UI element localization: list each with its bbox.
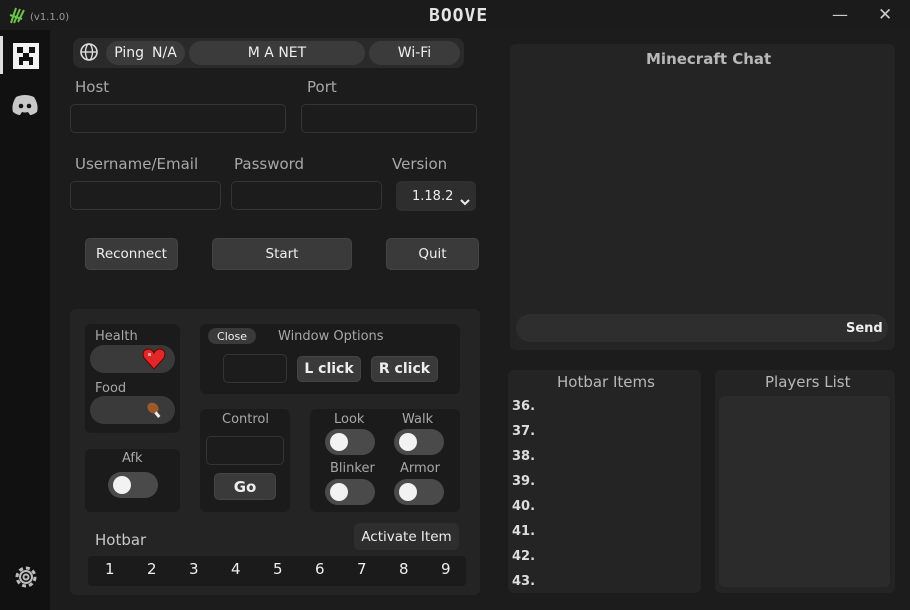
ping-pill: Ping N/A: [106, 41, 185, 65]
hotbar-items-title: Hotbar Items: [557, 373, 655, 391]
heart-icon: [142, 347, 166, 375]
version-label: Version: [392, 155, 448, 173]
toggle-knob: [113, 476, 131, 494]
ping-label: Ping: [114, 45, 144, 61]
players-list[interactable]: [719, 396, 890, 587]
hotbar-items-panel: [508, 370, 701, 593]
health-label: Health: [95, 329, 138, 344]
toggle-knob: [399, 483, 417, 501]
port-label: Port: [307, 78, 337, 96]
close-window-button[interactable]: ✕: [878, 5, 892, 25]
minimize-button[interactable]: —: [832, 5, 848, 24]
close-window-option-button[interactable]: Close: [208, 328, 256, 344]
hotbar-slot-9[interactable]: 9: [441, 560, 451, 578]
hotbar-item-39: 39.: [512, 474, 536, 489]
sidebar-item-discord[interactable]: [0, 82, 50, 128]
left-click-button[interactable]: L click: [297, 356, 361, 382]
blinker-label: Blinker: [330, 461, 375, 476]
username-input[interactable]: [70, 181, 221, 210]
drumstick-icon: [145, 400, 165, 424]
password-label: Password: [234, 155, 305, 173]
quit-button[interactable]: Quit: [386, 238, 479, 270]
reconnect-button[interactable]: Reconnect: [85, 238, 178, 270]
password-input[interactable]: [231, 181, 382, 210]
discord-icon: [11, 94, 39, 120]
hotbar-item-37: 37.: [512, 424, 536, 439]
title-bar: (v1.1.0) BOOVE — ✕: [0, 0, 910, 30]
host-input[interactable]: [70, 104, 286, 133]
toggle-knob: [399, 433, 417, 451]
hotbar-item-40: 40.: [512, 499, 536, 514]
activate-item-button[interactable]: Activate Item: [354, 523, 459, 550]
hotbar-title: Hotbar: [95, 531, 147, 549]
toggle-knob: [330, 483, 348, 501]
hotbar-slot-2[interactable]: 2: [147, 560, 157, 578]
network-name-pill: M A NET: [189, 41, 365, 65]
ping-value: N/A: [152, 45, 177, 61]
host-label: Host: [75, 78, 110, 96]
food-bar: [90, 396, 175, 424]
creeper-icon: [13, 43, 39, 73]
port-input[interactable]: [301, 104, 477, 133]
health-bar: [90, 345, 175, 373]
look-toggle[interactable]: [325, 429, 375, 455]
chat-panel: [510, 44, 895, 350]
version-select[interactable]: 1.18.2: [396, 181, 476, 211]
afk-label: Afk: [122, 451, 143, 466]
start-button[interactable]: Start: [212, 238, 352, 270]
hotbar-slot-3[interactable]: 3: [189, 560, 199, 578]
sidebar-item-minecraft[interactable]: [0, 30, 50, 80]
username-label: Username/Email: [75, 155, 199, 173]
players-title: Players List: [765, 373, 851, 391]
hotbar-slot-7[interactable]: 7: [357, 560, 367, 578]
hotbar-slot-8[interactable]: 8: [399, 560, 409, 578]
hotbar-item-36: 36.: [512, 399, 536, 414]
food-label: Food: [95, 381, 127, 396]
hotbar-slot-6[interactable]: 6: [315, 560, 325, 578]
window-slot-input[interactable]: [223, 354, 287, 383]
walk-label: Walk: [402, 412, 434, 427]
hotbar-slot-5[interactable]: 5: [273, 560, 283, 578]
window-options-title: Window Options: [278, 329, 384, 344]
armor-label: Armor: [400, 461, 440, 476]
control-input[interactable]: [206, 436, 284, 465]
look-label: Look: [334, 412, 365, 427]
sidebar-item-settings[interactable]: [0, 558, 50, 598]
gear-icon: [11, 562, 41, 596]
go-button[interactable]: Go: [214, 473, 276, 500]
version-value: 1.18.2: [412, 189, 454, 204]
walk-toggle[interactable]: [394, 429, 444, 455]
toggle-knob: [330, 433, 348, 451]
afk-toggle[interactable]: [108, 472, 158, 498]
hotbar-item-42: 42.: [512, 549, 536, 564]
hotbar-item-38: 38.: [512, 449, 536, 464]
app-version: (v1.1.0): [30, 12, 70, 23]
hotbar-slot-4[interactable]: 4: [231, 560, 241, 578]
control-title: Control: [222, 412, 269, 427]
blinker-toggle[interactable]: [325, 479, 375, 505]
send-button[interactable]: Send: [846, 321, 883, 336]
active-indicator: [0, 36, 3, 74]
armor-toggle[interactable]: [394, 479, 444, 505]
chat-title: Minecraft Chat: [646, 50, 772, 68]
app-title: BOOVE: [429, 5, 489, 26]
hotbar-slot-1[interactable]: 1: [105, 560, 115, 578]
chevron-down-icon: [460, 191, 470, 210]
hotbar-item-41: 41.: [512, 524, 536, 539]
app-logo-icon: [8, 5, 28, 25]
globe-icon: [79, 42, 99, 66]
hotbar-item-43: 43.: [512, 574, 536, 589]
chat-input[interactable]: [516, 314, 888, 342]
network-type-pill: Wi-Fi: [369, 41, 460, 65]
sidebar: [0, 30, 50, 610]
right-click-button[interactable]: R click: [371, 356, 438, 382]
